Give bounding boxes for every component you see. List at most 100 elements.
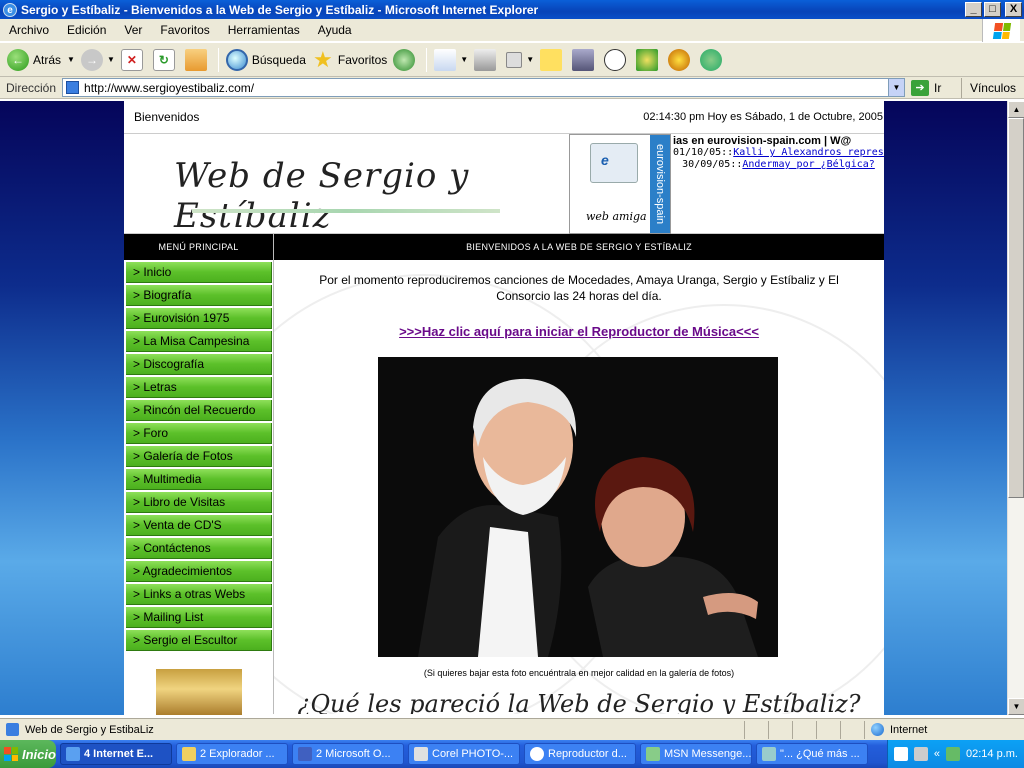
menu-ayuda[interactable]: Ayuda bbox=[309, 23, 361, 37]
scroll-down-arrow-icon[interactable]: ▼ bbox=[1008, 698, 1024, 715]
favorites-button[interactable]: ★ Favoritos bbox=[309, 46, 390, 74]
yahoo-button[interactable] bbox=[665, 46, 697, 74]
help-icon[interactable] bbox=[893, 747, 908, 761]
ticker-heading: ias en eurovision-spain.com | W@ bbox=[673, 135, 852, 147]
intro-text: Por el momento reproduciremos canciones … bbox=[319, 273, 839, 303]
network-icon[interactable] bbox=[913, 747, 928, 761]
close-button[interactable]: X bbox=[1005, 2, 1022, 17]
address-dropdown-icon[interactable]: ▼ bbox=[888, 79, 905, 96]
menu-item-letras[interactable]: > Letras bbox=[126, 377, 272, 398]
status-text: Web de Sergio y EstibaLiz bbox=[25, 723, 154, 736]
ticker-link-2[interactable]: Andermay por ¿Bélgica? bbox=[742, 159, 874, 170]
menu-item-foro[interactable]: > Foro bbox=[126, 423, 272, 444]
site-logo[interactable]: Web de Sergio y Estíbaliz bbox=[124, 134, 568, 236]
refresh-button[interactable]: ↻ bbox=[150, 46, 182, 74]
web-page: Bienvenidos 02:14:30 pm Hoy es Sábado, 1… bbox=[124, 101, 884, 715]
menu-item-galeria[interactable]: > Galería de Fotos bbox=[126, 446, 272, 467]
menu-edicion[interactable]: Edición bbox=[58, 23, 115, 37]
mail-icon bbox=[434, 48, 457, 71]
address-input[interactable]: http://www.sergioyestibaliz.com/ ▼ bbox=[62, 78, 906, 97]
top-bar: Bienvenidos 02:14:30 pm Hoy es Sábado, 1… bbox=[124, 101, 884, 134]
taskbar: Inicio 4 Internet E... 2 Explorador ... … bbox=[0, 740, 1024, 768]
menu-ver[interactable]: Ver bbox=[115, 23, 151, 37]
menu-item-escultor[interactable]: > Sergio el Escultor bbox=[126, 630, 272, 651]
menu-item-multimedia[interactable]: > Multimedia bbox=[126, 469, 272, 490]
menu-favoritos[interactable]: Favoritos bbox=[151, 23, 218, 37]
site-header: Web de Sergio y Estíbaliz e web amiga eu… bbox=[124, 134, 884, 236]
print-button[interactable] bbox=[471, 46, 503, 74]
links-button[interactable]: Vínculos bbox=[960, 77, 1024, 98]
edit-icon bbox=[506, 51, 523, 68]
menu-herramientas[interactable]: Herramientas bbox=[219, 23, 309, 37]
menu-item-rincon[interactable]: > Rincón del Recuerdo bbox=[126, 400, 272, 421]
home-button[interactable] bbox=[182, 46, 214, 74]
menu-item-eurovision[interactable]: > Eurovisión 1975 bbox=[126, 308, 272, 329]
promo-image[interactable] bbox=[156, 669, 242, 715]
mail-button[interactable]: ▼ bbox=[431, 46, 471, 74]
back-button[interactable]: ← Atrás ▼ bbox=[4, 46, 78, 74]
task-internet-explorer[interactable]: 4 Internet E... bbox=[60, 743, 172, 765]
menu-item-biografia[interactable]: > Biografía bbox=[126, 285, 272, 306]
artists-photo[interactable] bbox=[378, 357, 778, 657]
menu-archivo[interactable]: Archivo bbox=[0, 23, 58, 37]
tray-expand-icon[interactable]: « bbox=[934, 748, 940, 760]
eurovision-banner[interactable]: e web amiga eurovision-spain bbox=[569, 134, 671, 234]
msn-buddies-icon bbox=[700, 48, 723, 71]
menu-item-libro-visitas[interactable]: > Libro de Visitas bbox=[126, 492, 272, 513]
window-title: Sergio y Estíbaliz - Bienvenidos a la We… bbox=[21, 2, 539, 17]
stop-button[interactable]: ✕ bbox=[118, 46, 150, 74]
edit-button[interactable]: ▼ bbox=[503, 46, 537, 74]
scroll-up-arrow-icon[interactable]: ▲ bbox=[1008, 101, 1024, 118]
menu-bar: Archivo Edición Ver Favoritos Herramient… bbox=[0, 19, 1024, 42]
search-label: Búsqueda bbox=[251, 52, 306, 67]
feedback-question: ¿Qué les pareció la Web de Sergio y Estí… bbox=[297, 690, 861, 714]
favorites-star-icon: ★ bbox=[313, 46, 333, 72]
task-chat-window[interactable]: "... ¿Qué más ... bbox=[756, 743, 868, 765]
menu-item-contactenos[interactable]: > Contáctenos bbox=[126, 538, 272, 559]
windows-flag-icon bbox=[4, 747, 18, 761]
history-button[interactable] bbox=[390, 46, 422, 74]
window-titlebar: e Sergio y Estíbaliz - Bienvenidos a la … bbox=[0, 0, 1024, 19]
go-button[interactable]: ➔ Ir bbox=[911, 79, 941, 96]
main-menu: MENÚ PRINCIPAL > Inicio > Biografía > Eu… bbox=[124, 234, 274, 715]
icq-button[interactable] bbox=[633, 46, 665, 74]
forward-button[interactable]: → ▼ bbox=[78, 46, 118, 74]
main-title: BIENVENIDOS A LA WEB DE SERGIO Y ESTÍBAL… bbox=[274, 234, 884, 260]
menu-item-discografia[interactable]: > Discografía bbox=[126, 354, 272, 375]
ticker-item: 01/10/05::Kalli y Alexandros representar… bbox=[673, 147, 884, 159]
menu-item-links[interactable]: > Links a otras Webs bbox=[126, 584, 272, 605]
research-button[interactable] bbox=[569, 46, 601, 74]
menu-item-misa-campesina[interactable]: > La Misa Campesina bbox=[126, 331, 272, 352]
menu-item-agradecimientos[interactable]: > Agradecimientos bbox=[126, 561, 272, 582]
menu-item-mailing-list[interactable]: > Mailing List bbox=[126, 607, 272, 628]
vertical-scrollbar[interactable]: ▲ ▼ bbox=[1007, 101, 1024, 715]
scroll-thumb[interactable] bbox=[1008, 118, 1024, 498]
task-msn-messenger[interactable]: MSN Messenge... bbox=[640, 743, 752, 765]
photo-artwork bbox=[378, 357, 778, 657]
menu-item-venta-cds[interactable]: > Venta de CD'S bbox=[126, 515, 272, 536]
print-icon bbox=[474, 48, 497, 71]
task-corel-photo[interactable]: Corel PHOTO-... bbox=[408, 743, 520, 765]
messenger-button[interactable] bbox=[601, 46, 633, 74]
start-button[interactable]: Inicio bbox=[0, 740, 56, 768]
search-button[interactable]: Búsqueda bbox=[223, 46, 309, 74]
messenger-tray-icon[interactable] bbox=[946, 747, 961, 761]
banner-vertical-text: eurovision-spain bbox=[650, 135, 670, 233]
task-explorer[interactable]: 2 Explorador ... bbox=[176, 743, 288, 765]
discuss-button[interactable] bbox=[537, 46, 569, 74]
clock: 02:14 p.m. bbox=[966, 748, 1018, 760]
ticker-link-1[interactable]: Kalli y Alexandros representarán a Greci… bbox=[733, 147, 884, 158]
menu-item-inicio[interactable]: > Inicio bbox=[126, 262, 272, 283]
minimize-button[interactable]: _ bbox=[965, 2, 982, 17]
msn-button[interactable] bbox=[697, 46, 729, 74]
back-label: Atrás bbox=[33, 52, 62, 67]
date-time: 02:14:30 pm Hoy es Sábado, 1 de Octubre,… bbox=[643, 111, 883, 123]
news-ticker: ias en eurovision-spain.com | W@ 01/10/0… bbox=[671, 134, 884, 233]
maximize-button[interactable]: □ bbox=[984, 2, 1001, 17]
task-media-player[interactable]: Reproductor d... bbox=[524, 743, 636, 765]
internet-globe-icon bbox=[871, 723, 884, 736]
task-microsoft-outlook[interactable]: 2 Microsoft O... bbox=[292, 743, 404, 765]
music-player-link[interactable]: >>>Haz clic aquí para iniciar el Reprodu… bbox=[274, 324, 884, 339]
menu-title: MENÚ PRINCIPAL bbox=[124, 234, 273, 260]
page-icon bbox=[66, 81, 80, 94]
